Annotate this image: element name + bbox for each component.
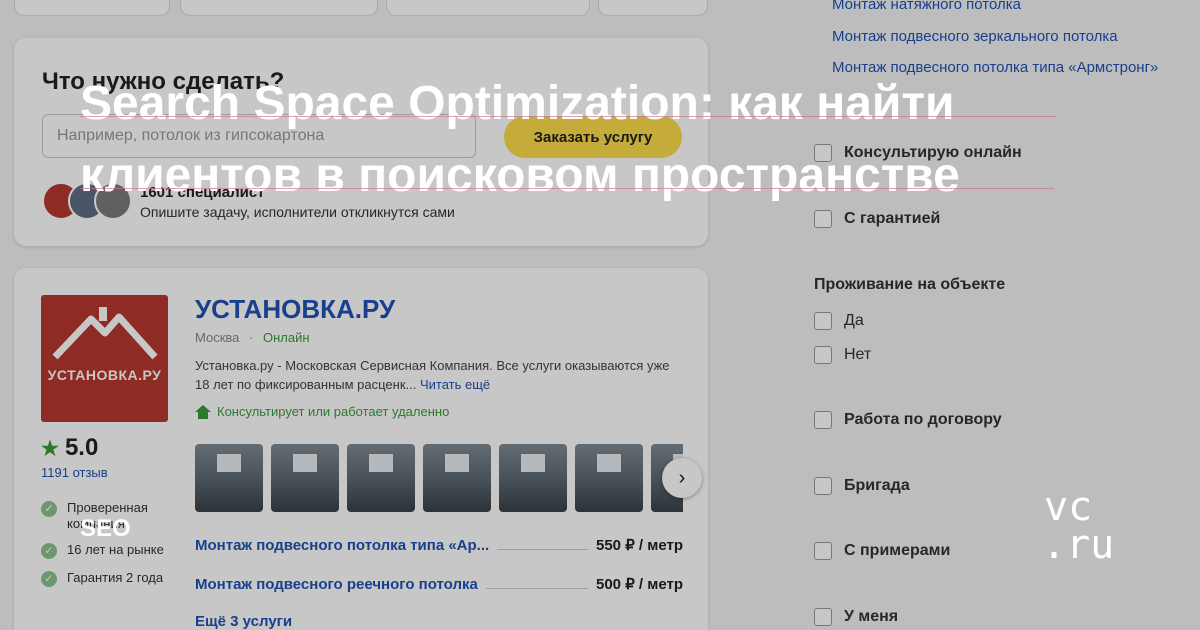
underline-decoration [80,116,1056,117]
vc-ru-logo: vc .ru [1042,486,1114,566]
article-headline: Search Space Optimization: как найти кли… [80,68,1080,212]
category-tag: SEO [80,515,131,542]
headline-line: Search Space Optimization: как найти [80,77,955,130]
svg-text:.ru: .ru [1042,522,1114,566]
underline-decoration [80,188,1054,189]
headline-line: клиентов в поисковом пространстве [80,149,960,202]
